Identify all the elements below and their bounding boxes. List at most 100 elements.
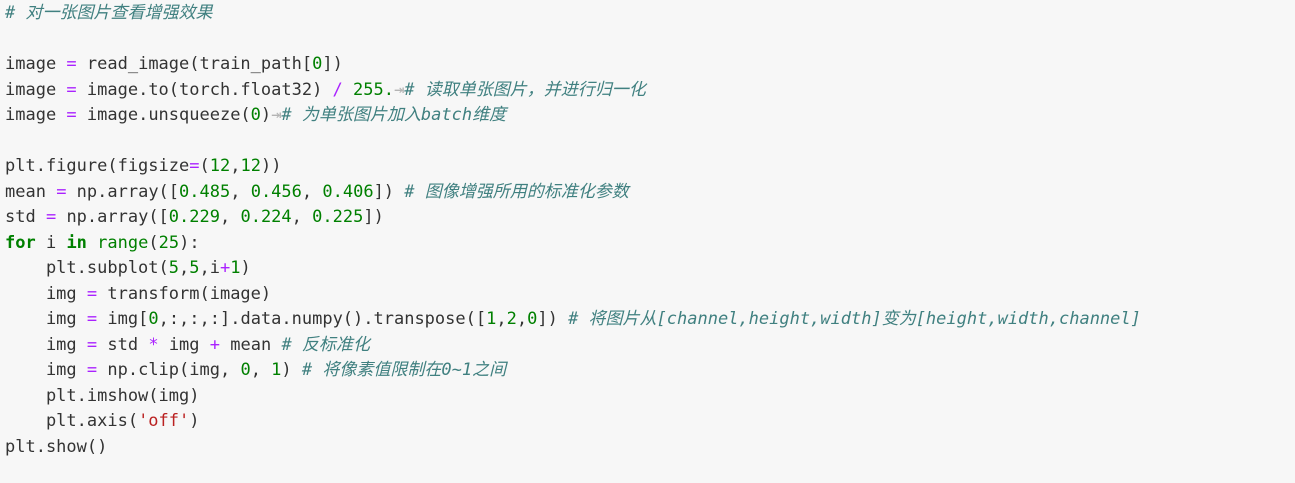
code-token: 0.406 xyxy=(322,181,374,202)
code-token: 2 xyxy=(506,309,517,329)
code-token: 0 xyxy=(527,309,538,329)
code-token: image.unsqueeze( xyxy=(76,105,251,125)
code-token: 'off' xyxy=(138,411,190,431)
code-token: img xyxy=(5,309,87,329)
code-token: ( xyxy=(148,232,159,253)
code-token: in xyxy=(66,232,87,253)
code-token: 0.456 xyxy=(250,181,302,202)
code-token: img xyxy=(5,360,87,380)
code-line: img = img[0,:,:,:].data.numpy().transpos… xyxy=(5,307,1295,333)
code-line: plt.axis('off') xyxy=(5,409,1295,435)
code-token: 0.485 xyxy=(179,181,231,202)
code-token: image xyxy=(5,105,67,125)
code-token: np.array([ xyxy=(66,181,180,202)
code-token: , xyxy=(291,207,313,227)
code-comment: # 对一张图片查看增强效果 xyxy=(5,3,213,23)
code-token: 0 xyxy=(250,105,261,125)
code-token: 12 xyxy=(240,156,261,176)
tab-marker-icon: ⇥ xyxy=(394,79,405,100)
code-token: mean xyxy=(220,334,282,355)
code-token: 0 xyxy=(240,360,251,380)
code-token: img xyxy=(5,283,87,304)
code-token: , xyxy=(219,207,241,227)
code-token: = xyxy=(86,334,98,355)
code-token: ,:,:,:].data.numpy().transpose([ xyxy=(158,309,487,329)
code-token: 5 xyxy=(168,258,180,278)
code-editor[interactable]: # 对一张图片查看增强效果 image = read_image(train_p… xyxy=(0,0,1295,483)
code-line: plt.imshow(img) xyxy=(5,384,1295,410)
code-line: img = transform(image) xyxy=(5,282,1295,308)
code-line: img = std * img + mean # 反标准化 xyxy=(5,333,1295,359)
code-token: 5 xyxy=(189,258,200,278)
code-token: 0.224 xyxy=(240,207,292,227)
code-token: image xyxy=(5,79,67,100)
code-token: ) xyxy=(240,258,251,278)
code-token: ) xyxy=(260,105,272,125)
code-token: = xyxy=(66,105,77,125)
code-token: )) xyxy=(260,156,282,176)
code-token: 0.225 xyxy=(312,207,364,227)
code-token: = xyxy=(45,207,57,227)
code-token: , xyxy=(230,156,241,176)
code-line: image = image.unsqueeze(0)⇥# 为单张图片加入batc… xyxy=(5,103,1295,129)
code-token: ]) xyxy=(537,309,569,329)
code-token: 0 xyxy=(148,309,159,329)
code-token: ) xyxy=(189,411,200,431)
code-token: 0 xyxy=(312,54,323,74)
code-token: 0.229 xyxy=(168,207,220,227)
code-line: for i in range(25): xyxy=(5,231,1295,257)
code-line: image = image.to(torch.float32) / 255.⇥#… xyxy=(5,78,1295,104)
code-line: plt.subplot(5,5,i+1) xyxy=(5,256,1295,282)
code-token: range xyxy=(97,232,149,253)
code-line: plt.show() xyxy=(5,435,1295,461)
code-comment: # 将像素值限制在0~1之间 xyxy=(301,360,507,380)
code-token: i xyxy=(35,232,67,253)
code-token: image xyxy=(5,54,67,74)
code-line: std = np.array([0.229, 0.224, 0.225]) xyxy=(5,205,1295,231)
code-comment: # 图像增强所用的标准化参数 xyxy=(404,181,629,202)
code-token: img xyxy=(5,334,87,355)
code-token: ) xyxy=(281,360,302,380)
code-token: mean xyxy=(5,181,57,202)
code-token: std xyxy=(5,207,46,227)
code-token: img xyxy=(158,334,210,355)
code-token: plt.subplot( xyxy=(5,258,169,278)
code-token: 25 xyxy=(158,232,180,253)
code-line: mean = np.array([0.485, 0.456, 0.406]) #… xyxy=(5,180,1295,206)
code-line: # 对一张图片查看增强效果 xyxy=(5,1,1295,27)
code-token: = xyxy=(86,309,98,329)
code-comment: # 反标准化 xyxy=(281,334,370,355)
code-token: ): xyxy=(179,232,200,253)
code-token: ]) xyxy=(322,54,343,74)
code-token: + xyxy=(220,258,231,278)
code-line: image = read_image(train_path[0]) xyxy=(5,52,1295,78)
code-line: plt.figure(figsize=(12,12)) xyxy=(5,154,1295,180)
code-token: * xyxy=(148,334,159,355)
code-token: ( xyxy=(199,156,210,176)
code-comment: # 读取单张图片，并进行归一化 xyxy=(404,79,646,100)
code-token: img[ xyxy=(97,309,149,329)
code-token: , xyxy=(496,309,507,329)
code-token: = xyxy=(66,54,77,74)
code-token: std xyxy=(97,334,149,355)
code-token: 1 xyxy=(230,258,241,278)
code-token: 1 xyxy=(271,360,282,380)
code-token: image.to(torch.float32) xyxy=(76,79,333,100)
code-token: , xyxy=(301,181,323,202)
code-token: 255. xyxy=(353,79,394,100)
code-token: , xyxy=(250,360,272,380)
code-token: , xyxy=(516,309,528,329)
code-token: plt.show() xyxy=(5,436,108,457)
code-token: np.array([ xyxy=(56,207,169,227)
code-token: plt.imshow(img) xyxy=(5,385,200,406)
tab-marker-icon: ⇥ xyxy=(271,105,282,125)
code-comment: # 为单张图片加入batch维度 xyxy=(281,105,507,125)
code-token: plt.figure(figsize xyxy=(5,156,190,176)
code-token: , xyxy=(179,258,190,278)
code-token: 1 xyxy=(486,309,497,329)
code-token: ,i xyxy=(199,258,220,278)
